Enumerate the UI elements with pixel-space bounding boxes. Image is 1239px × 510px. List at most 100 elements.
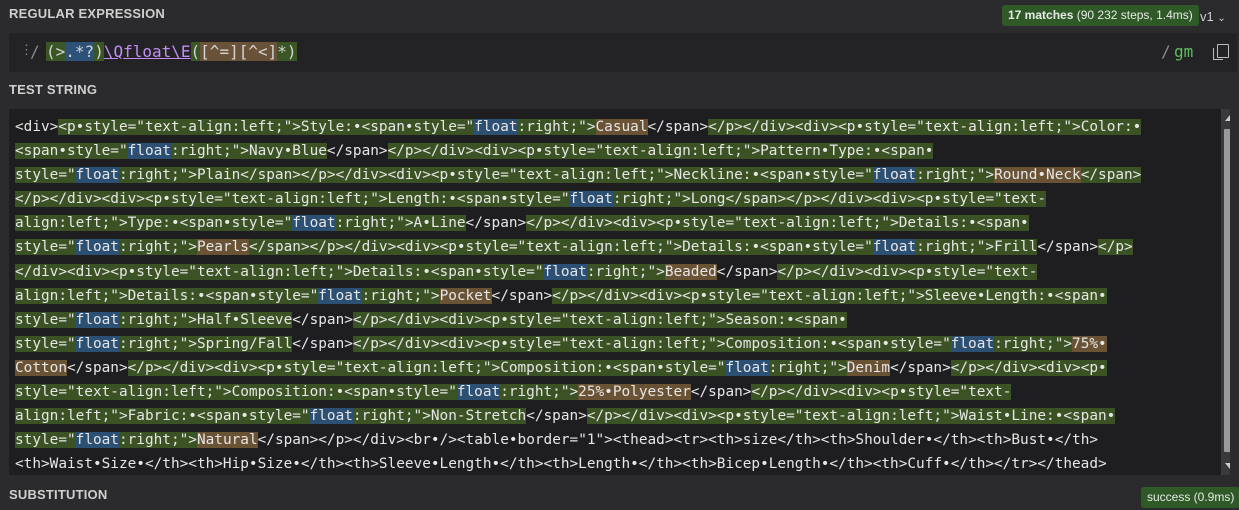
- match-highlight: :right;">Half•Sleeve: [118, 311, 293, 328]
- regex-token: *: [277, 42, 287, 61]
- regex-token: .*?: [65, 42, 95, 61]
- text-segment: </span>: [465, 215, 527, 232]
- match-highlight: float: [872, 239, 917, 256]
- match-highlight: float: [569, 191, 613, 208]
- match-highlight: :right;">Frill: [916, 239, 1038, 256]
- text-segment: </span>: [292, 335, 353, 352]
- match-highlight: Natural: [196, 432, 258, 449]
- regex-flags-button[interactable]: gm: [1174, 42, 1193, 61]
- match-detail: (90 232 steps, 1.4ms): [1076, 8, 1193, 22]
- test-string-content[interactable]: <div><p•style="text-align:left;">Style:•…: [15, 115, 1220, 475]
- match-highlight: Cotton: [15, 359, 67, 376]
- match-highlight: align:left;">Details:•<span•style=": [15, 287, 319, 304]
- match-highlight: </div><div><p•style="text-align:left;">D…: [15, 263, 544, 280]
- text-segment: </span>: [690, 384, 752, 401]
- test-string-line: style="float:right;">Pearls</span></p></…: [15, 235, 1220, 259]
- match-highlight: Pocket: [439, 287, 492, 304]
- match-highlight: align:left;">Fabric:•<span•style=": [15, 408, 310, 425]
- regex-token: [^<]: [238, 42, 278, 61]
- match-highlight: float: [75, 311, 119, 328]
- match-highlight: Casual: [595, 119, 648, 135]
- match-highlight: style="text-align:left;">Composition:•<s…: [15, 384, 457, 401]
- match-highlight: :right;">: [768, 359, 847, 376]
- match-highlight: float: [543, 263, 587, 280]
- match-highlight: float: [292, 215, 336, 232]
- test-string-line: align:left;">Details:•<span•style="float…: [15, 284, 1220, 308]
- match-highlight: style=": [15, 335, 76, 352]
- test-string-line: <th>Waist•Size•</th><th>Hip•Size•</th><t…: [15, 452, 1220, 475]
- match-highlight: float: [75, 432, 119, 449]
- text-segment: </span>: [1037, 239, 1099, 256]
- match-highlight: 75%•: [1072, 335, 1107, 352]
- match-highlight: float: [474, 119, 518, 135]
- test-string-line: style="float:right;">Half•Sleeve</span><…: [15, 308, 1220, 332]
- text-segment: </span>: [890, 359, 951, 376]
- match-highlight: :right;">A•Line: [335, 215, 466, 232]
- match-highlight: </p>: [1098, 239, 1133, 256]
- match-highlight: :right;">Non-Stretch: [352, 408, 527, 425]
- match-highlight: </p></div><div><p•style="text-align:left…: [352, 335, 951, 352]
- match-highlight: :right;">Navy•Blue: [170, 143, 327, 160]
- test-string-line: style="float:right;">Spring/Fall</span><…: [15, 332, 1220, 356]
- text-segment: </span>: [491, 287, 553, 304]
- match-highlight: </p></div><div><p•style="text-align:left…: [15, 191, 570, 208]
- scroll-down-arrow-icon[interactable]: [1225, 463, 1230, 469]
- match-info-badge: 17 matches (90 232 steps, 1.4ms): [1002, 5, 1199, 26]
- match-highlight: :right;">Spring/Fall: [118, 335, 293, 352]
- match-highlight: Beaded: [664, 263, 717, 280]
- test-string-line: style="text-align:left;">Composition:•<s…: [15, 380, 1220, 404]
- text-segment: </span>: [647, 119, 709, 135]
- match-highlight: style=": [15, 239, 76, 256]
- test-string-line: </div><div><p•style="text-align:left;">D…: [15, 260, 1220, 284]
- regex-token: (: [46, 42, 56, 61]
- match-highlight: float: [725, 359, 769, 376]
- version-dropdown[interactable]: v1 ⌄: [1200, 9, 1226, 24]
- match-highlight: style=": [15, 167, 76, 184]
- match-highlight: </p></div><div><p•style="text-: [751, 384, 1012, 401]
- scrollbar-thumb[interactable]: [1224, 129, 1230, 452]
- chevron-down-icon: ⌄: [1217, 13, 1226, 24]
- substitution-section-title: SUBSTITUTION: [9, 487, 108, 502]
- regex-token: >: [55, 42, 66, 61]
- match-highlight: Round•Neck: [994, 167, 1081, 184]
- match-highlight: :right;">: [517, 119, 596, 135]
- scroll-up-arrow-icon[interactable]: [1225, 115, 1230, 121]
- text-segment: <th>Waist•Size•</th><th>Hip•Size•</th><t…: [15, 456, 1107, 473]
- match-highlight: </p></div><div><p•style="text-align:left…: [526, 215, 1029, 232]
- match-highlight: Denim: [846, 359, 891, 376]
- test-string-line: align:left;">Type:•<span•style="float:ri…: [15, 211, 1220, 235]
- regex-input[interactable]: (>.*?)\Qfloat\E([^=][^<]*): [46, 42, 297, 61]
- test-string-line: style="float:right;">Plain</span></p></d…: [15, 163, 1220, 187]
- match-highlight: </p></div><div><p•style="text-: [777, 263, 1038, 280]
- regex-delimiter-open: /: [30, 42, 40, 61]
- match-highlight: </p></div><div><p•style="text-align:left…: [127, 359, 726, 376]
- match-highlight: float: [75, 239, 119, 256]
- match-highlight: <p•style="text-align:left;">Style:•<span…: [58, 119, 475, 135]
- test-string-editor[interactable]: <div><p•style="text-align:left;">Style:•…: [9, 109, 1230, 475]
- match-highlight: float: [456, 384, 501, 401]
- match-highlight: :right;">: [994, 335, 1073, 352]
- version-label: v1: [1200, 9, 1214, 24]
- match-highlight: float: [75, 167, 119, 184]
- regex-token: ): [286, 42, 297, 61]
- match-highlight: :right;">: [118, 432, 197, 449]
- match-highlight: align:left;">Type:•<span•style=": [15, 215, 293, 232]
- substitution-status-badge: success (0.9ms): [1141, 487, 1239, 508]
- test-string-line: <span•style="float:right;">Navy•Blue</sp…: [15, 139, 1220, 163]
- copy-icon[interactable]: [1213, 44, 1229, 60]
- text-segment: </span>: [292, 311, 353, 328]
- regex-input-bar[interactable]: ⋮ / (>.*?)\Qfloat\E([^=][^<]*) / gm: [9, 33, 1237, 72]
- match-highlight: </p></div><div><p•style="text-align:left…: [586, 408, 1116, 425]
- match-highlight: :right;">: [361, 287, 440, 304]
- match-highlight: :right;">: [916, 167, 995, 184]
- regex-delimiter-close: /: [1161, 42, 1171, 61]
- match-highlight: float: [127, 143, 171, 160]
- match-highlight: style=": [15, 432, 76, 449]
- match-highlight: </span>: [1080, 167, 1142, 184]
- match-highlight: float: [872, 167, 917, 184]
- test-string-line: style="float:right;">Natural</span></p><…: [15, 428, 1220, 452]
- match-highlight: float: [75, 335, 119, 352]
- match-highlight: float: [318, 287, 362, 304]
- text-segment: </span>: [326, 143, 388, 160]
- editor-scrollbar[interactable]: [1221, 109, 1230, 475]
